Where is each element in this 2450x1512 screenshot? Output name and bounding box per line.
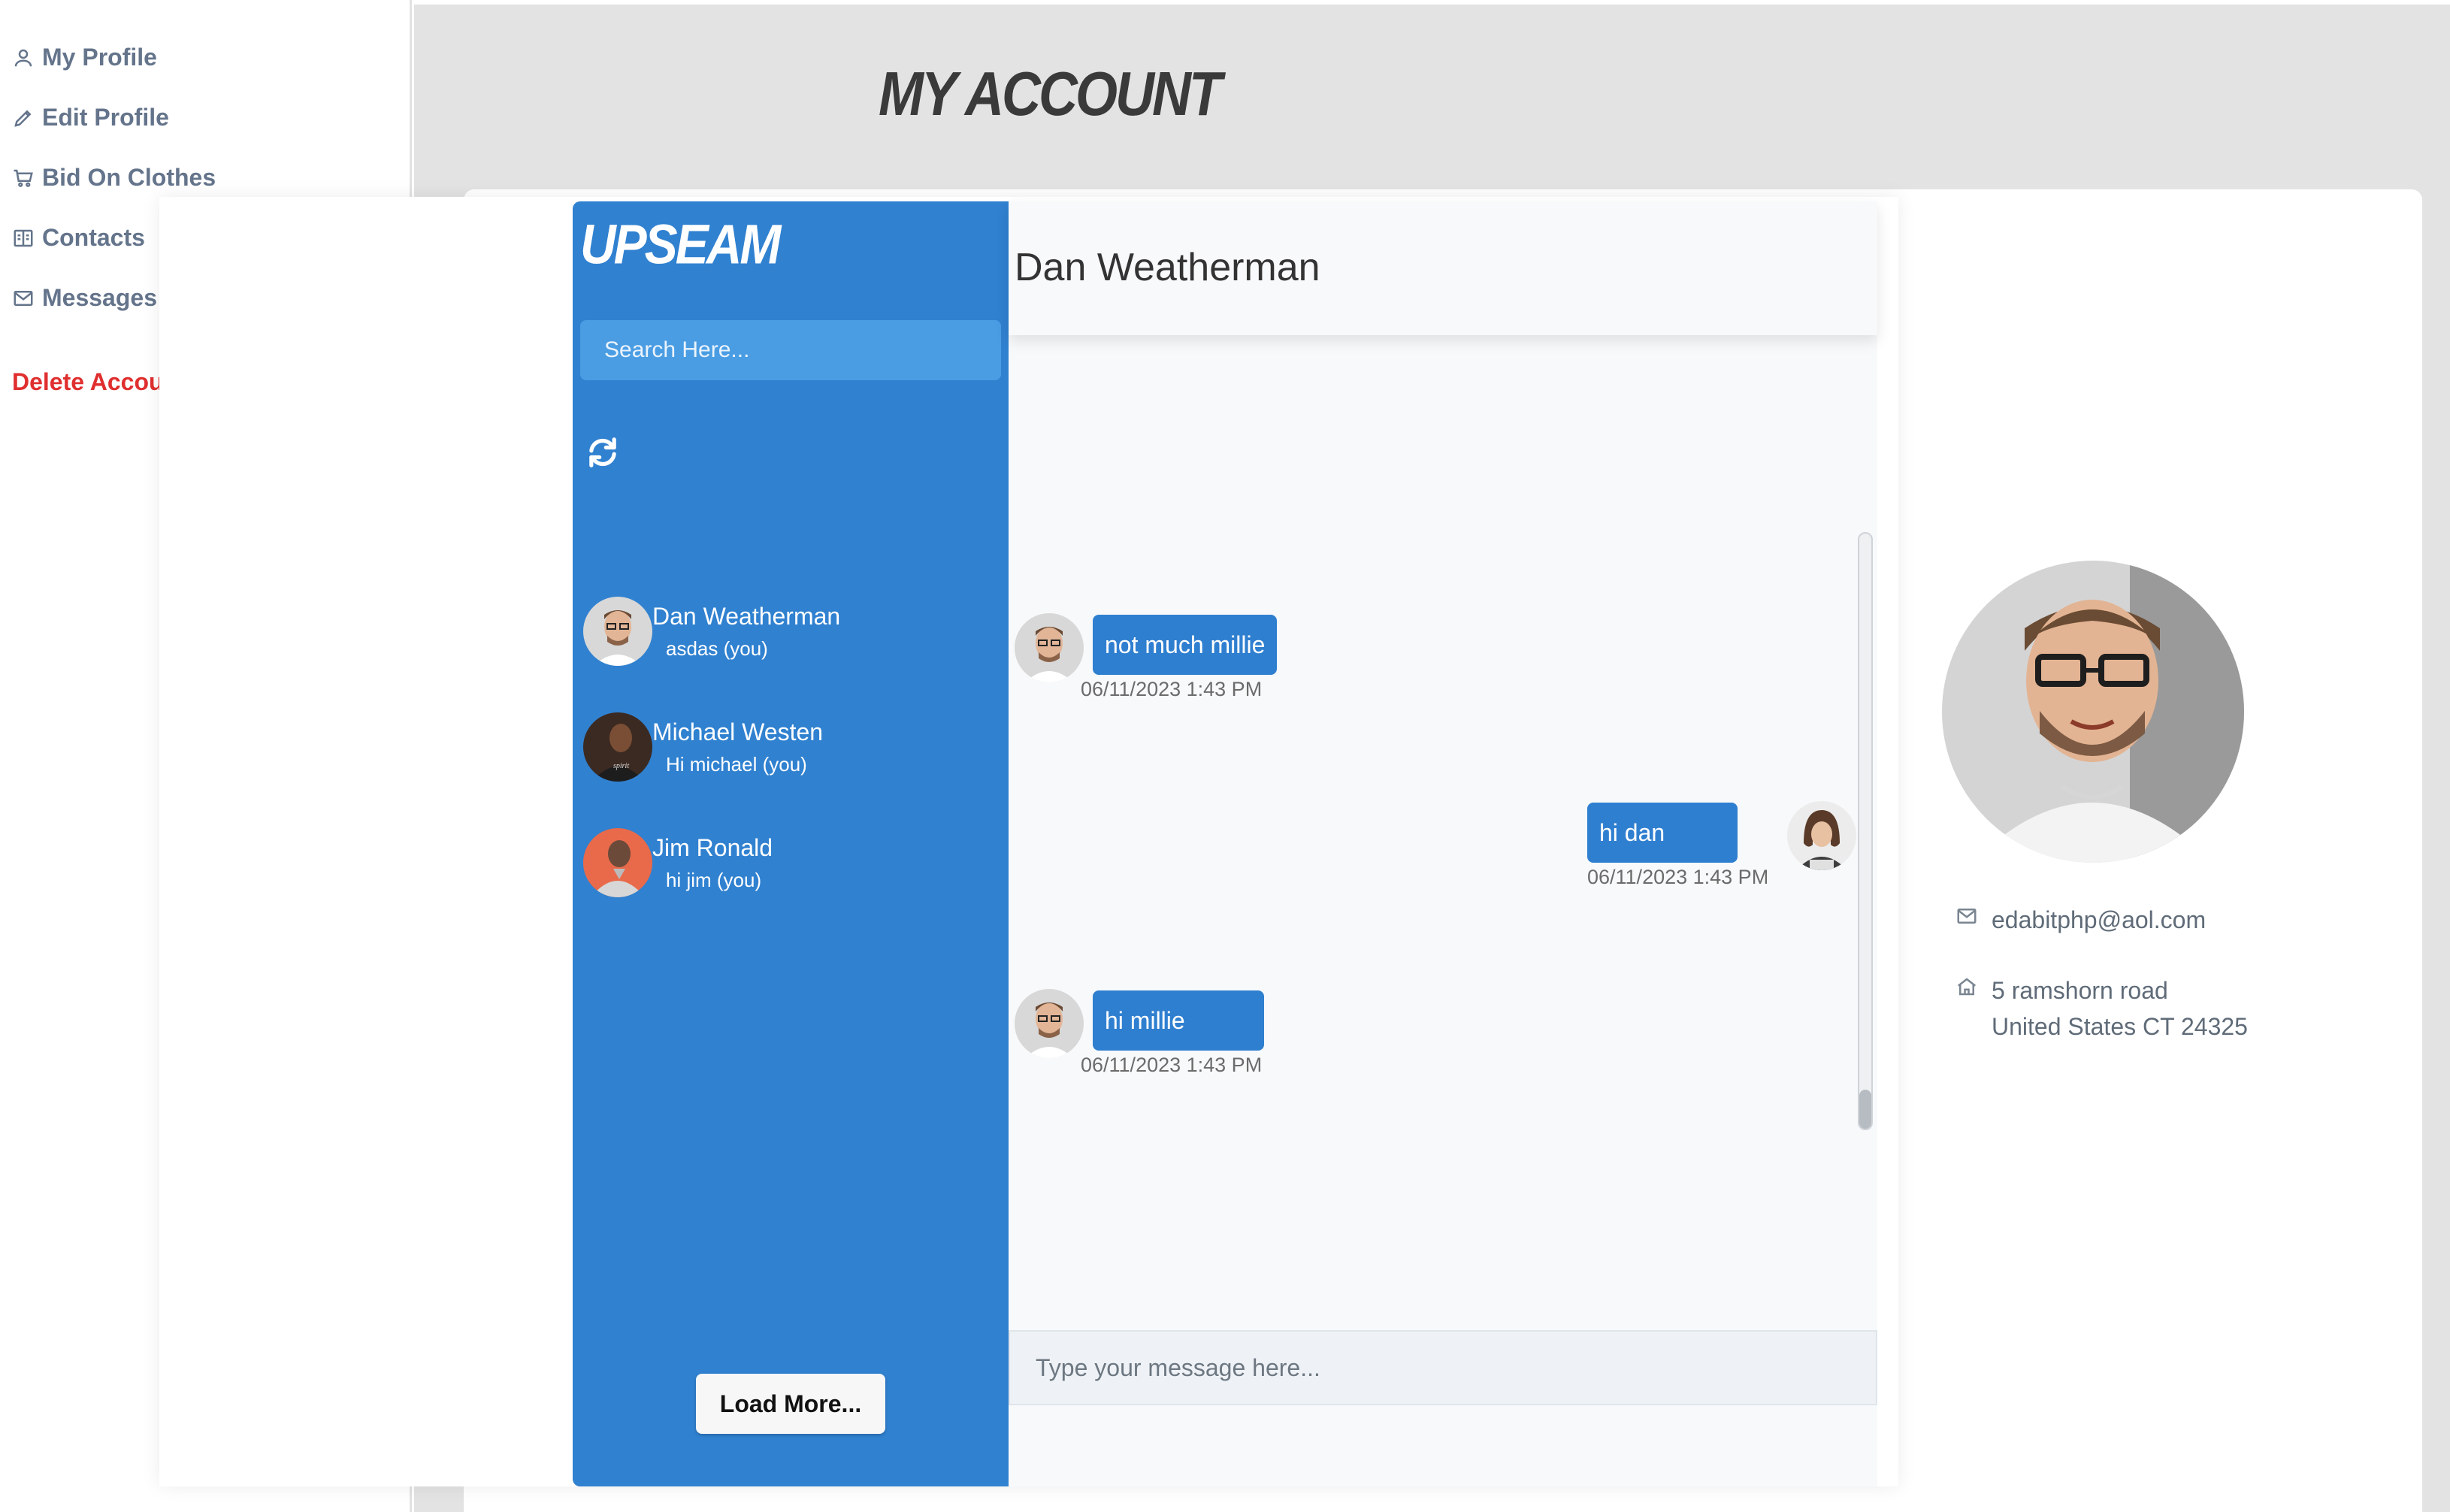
message-input[interactable] bbox=[1009, 1330, 1877, 1405]
avatar bbox=[1015, 989, 1084, 1058]
sidebar-item-messages[interactable]: Messages bbox=[12, 284, 157, 312]
profile-email-row: edabitphp@aol.com bbox=[1955, 902, 2206, 938]
contact-name: Dan Weatherman bbox=[652, 603, 841, 630]
avatar bbox=[1787, 801, 1856, 870]
message-timestamp: 06/11/2023 1:43 PM bbox=[1081, 1054, 1263, 1076]
pencil-icon bbox=[14, 109, 32, 127]
sidebar-item-label: Edit Profile bbox=[42, 104, 169, 131]
sidebar-item-label: Messages bbox=[42, 284, 157, 311]
avatar: spirit bbox=[583, 712, 652, 782]
messages-scrollbar[interactable] bbox=[1858, 532, 1873, 1130]
message-timestamp: 06/11/2023 1:43 PM bbox=[1081, 678, 1263, 700]
chat-contact-name: Dan Weatherman bbox=[1015, 246, 1320, 289]
sidebar-item-edit-profile[interactable]: Edit Profile bbox=[12, 104, 169, 132]
avatar bbox=[583, 828, 652, 897]
avatar bbox=[1015, 613, 1084, 682]
scrollbar-thumb[interactable] bbox=[1859, 1090, 1871, 1129]
page-title: MY ACCOUNT bbox=[879, 59, 1222, 129]
user-icon bbox=[14, 49, 32, 66]
svg-text:spirit: spirit bbox=[613, 762, 629, 770]
profile-address-line1: 5 ramshorn road bbox=[1992, 977, 2168, 1004]
refresh-icon[interactable] bbox=[583, 433, 622, 472]
contact-name: Jim Ronald bbox=[652, 834, 773, 861]
contact-item-dan-weatherman[interactable]: Dan Weatherman asdas (you) bbox=[583, 597, 997, 679]
brand-logo: UPSEAM bbox=[580, 213, 781, 275]
address-book-icon bbox=[14, 229, 33, 246]
sidebar-item-label: My Profile bbox=[42, 44, 157, 71]
contact-item-michael-westen[interactable]: spirit Michael Westen Hi michael (you) bbox=[583, 712, 997, 795]
contact-last-message: hi jim (you) bbox=[666, 869, 762, 891]
chat-header: Dan Weatherman bbox=[1009, 201, 1877, 335]
conversation-list-panel: UPSEAM Dan Weatherman asdas (you) spirit… bbox=[573, 201, 1009, 1486]
message-timestamp: 06/11/2023 1:43 PM bbox=[1587, 866, 1769, 888]
search-input[interactable] bbox=[580, 320, 1001, 380]
message-bubble: hi dan bbox=[1587, 803, 1738, 863]
profile-address-row: 5 ramshorn road United States CT 24325 bbox=[1955, 972, 2248, 1045]
sidebar-item-label: Bid On Clothes bbox=[42, 164, 216, 191]
envelope-icon bbox=[14, 290, 33, 306]
home-icon bbox=[1957, 978, 1977, 996]
profile-photo bbox=[1942, 561, 2244, 863]
envelope-icon bbox=[1957, 909, 1977, 924]
sidebar-item-my-profile[interactable]: My Profile bbox=[12, 44, 157, 71]
message-bubble: hi millie bbox=[1093, 990, 1264, 1051]
contact-last-message: asdas (you) bbox=[666, 637, 768, 660]
avatar bbox=[583, 597, 652, 666]
message-bubble: not much millie bbox=[1093, 615, 1278, 675]
contact-name: Michael Westen bbox=[652, 718, 824, 745]
contact-last-message: Hi michael (you) bbox=[666, 753, 807, 776]
load-more-button[interactable]: Load More... bbox=[696, 1374, 885, 1434]
contact-item-jim-ronald[interactable]: Jim Ronald hi jim (you) bbox=[583, 828, 997, 911]
sidebar-item-label: Contacts bbox=[42, 224, 145, 251]
profile-email: edabitphp@aol.com bbox=[1992, 906, 2207, 933]
sidebar-item-bid-on-clothes[interactable]: Bid On Clothes bbox=[12, 164, 216, 192]
profile-address-line2: United States CT 24325 bbox=[1992, 1013, 2248, 1040]
chat-panel: Dan Weatherman not much millie 06/11/202… bbox=[1009, 201, 1877, 1486]
sidebar-item-contacts[interactable]: Contacts bbox=[12, 224, 145, 252]
cart-icon bbox=[14, 169, 33, 187]
